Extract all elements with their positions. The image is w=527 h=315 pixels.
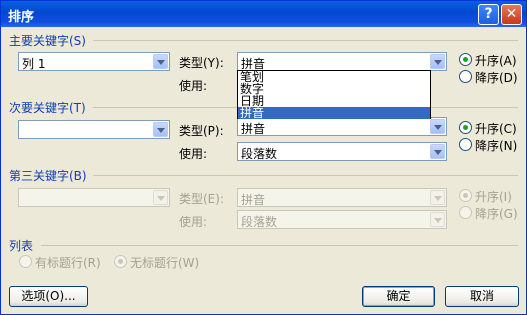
tertiary-descending-label[interactable]: 降序(G) bbox=[475, 205, 518, 222]
secondary-key-column-select[interactable] bbox=[18, 120, 170, 139]
tertiary-descending-radio[interactable] bbox=[459, 206, 472, 219]
primary-key-divider bbox=[93, 40, 518, 41]
tertiary-type-value: 拼音 bbox=[241, 193, 266, 207]
chevron-down-icon[interactable] bbox=[153, 122, 168, 137]
tertiary-type-label: 类型(E): bbox=[179, 192, 224, 206]
list-divider bbox=[41, 245, 518, 246]
secondary-type-select[interactable]: 拼音 bbox=[237, 117, 447, 136]
chevron-down-icon bbox=[153, 190, 168, 205]
primary-use-label: 使用: bbox=[179, 79, 208, 93]
primary-key-section-label: 主要关键字(S) bbox=[9, 34, 86, 48]
primary-type-select[interactable]: 拼音 bbox=[237, 52, 447, 71]
cancel-button[interactable]: 取消 bbox=[445, 286, 519, 307]
secondary-descending-radio[interactable] bbox=[459, 138, 472, 151]
primary-descending-radio[interactable] bbox=[459, 70, 472, 83]
dropdown-option-stroke[interactable]: 笔划 bbox=[238, 71, 430, 83]
secondary-ascending-radio[interactable] bbox=[459, 121, 472, 134]
primary-ascending-label[interactable]: 升序(A) bbox=[475, 52, 517, 69]
primary-key-column-value: 列 1 bbox=[22, 57, 46, 71]
type-dropdown-list: 笔划 数字 日期 拼音 bbox=[237, 70, 431, 119]
dropdown-option-number[interactable]: 数字 bbox=[238, 83, 430, 95]
close-button[interactable]: ✕ bbox=[501, 4, 522, 25]
tertiary-key-divider bbox=[93, 175, 518, 176]
secondary-ascending-label[interactable]: 升序(C) bbox=[475, 120, 517, 137]
dropdown-option-date[interactable]: 日期 bbox=[238, 95, 430, 107]
ok-button[interactable]: 确定 bbox=[362, 286, 435, 307]
secondary-key-section-label: 次要关键字(T) bbox=[9, 101, 86, 115]
with-header-label[interactable]: 有标题行(R) bbox=[35, 254, 101, 271]
chevron-down-icon bbox=[430, 190, 445, 205]
chevron-down-icon bbox=[430, 212, 445, 227]
chevron-down-icon[interactable] bbox=[430, 119, 445, 134]
tertiary-ascending-radio[interactable] bbox=[459, 189, 472, 202]
tertiary-ascending-label[interactable]: 升序(I) bbox=[475, 188, 512, 205]
primary-descending-label[interactable]: 降序(D) bbox=[475, 69, 518, 86]
with-header-radio[interactable] bbox=[19, 255, 32, 268]
tertiary-use-value: 段落数 bbox=[241, 215, 278, 229]
tertiary-key-section-label: 第三关键字(B) bbox=[9, 169, 87, 183]
chevron-down-icon[interactable] bbox=[430, 144, 445, 159]
primary-type-label: 类型(Y): bbox=[179, 56, 224, 70]
chevron-down-icon[interactable] bbox=[430, 54, 445, 69]
primary-ascending-radio[interactable] bbox=[459, 53, 472, 66]
tertiary-type-select[interactable]: 拼音 bbox=[237, 188, 447, 207]
no-header-radio[interactable] bbox=[114, 255, 127, 268]
no-header-label[interactable]: 无标题行(W) bbox=[130, 254, 199, 271]
secondary-descending-label[interactable]: 降序(N) bbox=[475, 137, 517, 154]
secondary-type-label: 类型(P): bbox=[179, 124, 224, 138]
sort-dialog: 排序 ? ✕ 主要关键字(S) 列 1 类型(Y): 拼音 使用: 升序(A) … bbox=[0, 0, 527, 315]
help-button[interactable]: ? bbox=[478, 4, 499, 25]
dialog-title: 排序 bbox=[8, 10, 35, 25]
secondary-type-value: 拼音 bbox=[241, 122, 266, 136]
secondary-use-value: 段落数 bbox=[241, 147, 278, 161]
secondary-use-select[interactable]: 段落数 bbox=[237, 142, 447, 161]
chevron-down-icon[interactable] bbox=[153, 54, 168, 69]
tertiary-use-select[interactable]: 段落数 bbox=[237, 210, 447, 229]
secondary-use-label: 使用: bbox=[179, 147, 208, 161]
primary-key-column-select[interactable]: 列 1 bbox=[18, 52, 170, 71]
tertiary-use-label: 使用: bbox=[179, 215, 208, 229]
dropdown-option-pinyin[interactable]: 拼音 bbox=[238, 107, 430, 119]
options-button[interactable]: 选项(O)... bbox=[9, 286, 88, 307]
tertiary-key-column-select[interactable] bbox=[18, 188, 170, 207]
title-bar: 排序 ? ✕ bbox=[1, 1, 526, 27]
list-section-label: 列表 bbox=[9, 239, 34, 253]
